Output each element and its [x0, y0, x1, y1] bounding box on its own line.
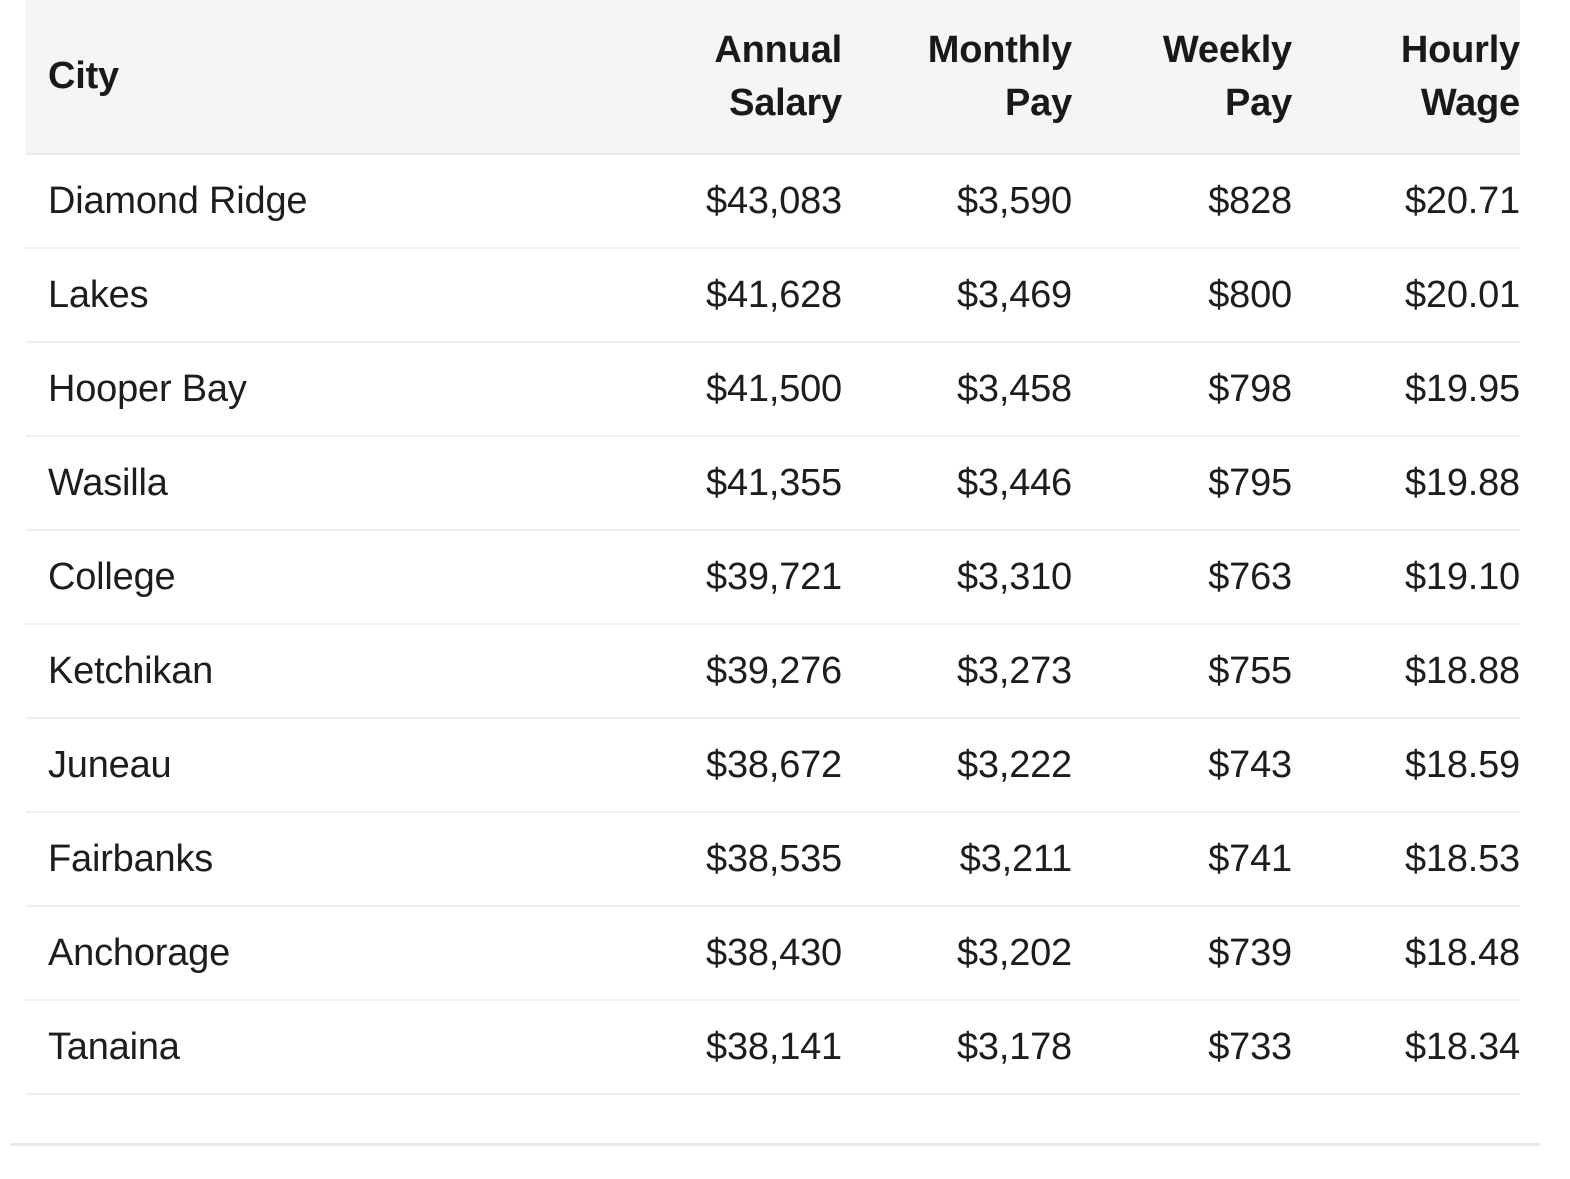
- column-header-weekly-pay[interactable]: Weekly Pay: [1072, 0, 1292, 155]
- table-cell-city: Juneau: [26, 718, 622, 813]
- table-cell-hourly-wage: $20.71: [1292, 154, 1520, 249]
- table-row: Diamond Ridge $43,083 $3,590 $828 $20.71: [26, 154, 1520, 249]
- table-body: Diamond Ridge $43,083 $3,590 $828 $20.71 Lake…: [26, 154, 1520, 1095]
- column-header-monthly-pay-label: Monthly Pay: [927, 28, 1072, 124]
- table-cell-monthly-pay: $3,202: [842, 906, 1072, 1001]
- table-bottom-rule: [10, 1143, 1540, 1146]
- table-cell-annual-salary: $41,500: [622, 342, 842, 437]
- table-row: Wasilla $41,355 $3,446 $795 $19.88: [26, 436, 1520, 531]
- table-cell-monthly-pay: $3,178: [842, 1000, 1072, 1095]
- table-cell-city: Hooper Bay: [26, 342, 622, 437]
- table-row: Lakes $41,628 $3,469 $800 $20.01: [26, 248, 1520, 343]
- table-cell-monthly-pay: $3,273: [842, 624, 1072, 719]
- table-cell-monthly-pay: $3,469: [842, 248, 1072, 343]
- table-cell-hourly-wage: $19.88: [1292, 436, 1520, 531]
- column-header-hourly-wage-label: Hourly Wage: [1400, 28, 1520, 124]
- table-cell-monthly-pay: $3,211: [842, 812, 1072, 907]
- salary-table: City Annual Salary Monthly Pay Weekly Pa…: [26, 0, 1520, 1095]
- page-root: City Annual Salary Monthly Pay Weekly Pa…: [0, 0, 1570, 1179]
- table-cell-weekly-pay: $798: [1072, 342, 1292, 437]
- table-cell-weekly-pay: $795: [1072, 436, 1292, 531]
- table-cell-annual-salary: $39,276: [622, 624, 842, 719]
- table-cell-weekly-pay: $828: [1072, 154, 1292, 249]
- table-cell-weekly-pay: $741: [1072, 812, 1292, 907]
- column-header-annual-salary-label: Annual Salary: [714, 28, 842, 124]
- table-cell-annual-salary: $41,628: [622, 248, 842, 343]
- table-cell-weekly-pay: $743: [1072, 718, 1292, 813]
- table-cell-hourly-wage: $18.88: [1292, 624, 1520, 719]
- table-cell-monthly-pay: $3,446: [842, 436, 1072, 531]
- table-row: Fairbanks $38,535 $3,211 $741 $18.53: [26, 812, 1520, 907]
- table-cell-weekly-pay: $800: [1072, 248, 1292, 343]
- table-cell-hourly-wage: $18.59: [1292, 718, 1520, 813]
- table-row: Tanaina $38,141 $3,178 $733 $18.34: [26, 1000, 1520, 1095]
- table-cell-annual-salary: $41,355: [622, 436, 842, 531]
- table-header-row: City Annual Salary Monthly Pay Weekly Pa…: [26, 0, 1520, 155]
- table-cell-hourly-wage: $18.34: [1292, 1000, 1520, 1095]
- table-cell-city: Fairbanks: [26, 812, 622, 907]
- column-header-annual-salary[interactable]: Annual Salary: [622, 0, 842, 155]
- column-header-city[interactable]: City: [26, 0, 622, 155]
- table-cell-city: College: [26, 530, 622, 625]
- table-cell-annual-salary: $38,141: [622, 1000, 842, 1095]
- table-cell-hourly-wage: $20.01: [1292, 248, 1520, 343]
- table-cell-annual-salary: $38,430: [622, 906, 842, 1001]
- table-cell-monthly-pay: $3,458: [842, 342, 1072, 437]
- table-cell-city: Anchorage: [26, 906, 622, 1001]
- table-cell-city: Lakes: [26, 248, 622, 343]
- table-cell-weekly-pay: $733: [1072, 1000, 1292, 1095]
- table-cell-city: Wasilla: [26, 436, 622, 531]
- table-header: City Annual Salary Monthly Pay Weekly Pa…: [26, 0, 1520, 155]
- table-cell-hourly-wage: $19.10: [1292, 530, 1520, 625]
- column-header-hourly-wage[interactable]: Hourly Wage: [1292, 0, 1520, 155]
- column-header-city-label: City: [48, 55, 119, 97]
- table-cell-hourly-wage: $18.48: [1292, 906, 1520, 1001]
- table-cell-weekly-pay: $763: [1072, 530, 1292, 625]
- table-cell-annual-salary: $43,083: [622, 154, 842, 249]
- table-cell-city: Ketchikan: [26, 624, 622, 719]
- table-cell-monthly-pay: $3,590: [842, 154, 1072, 249]
- table-cell-weekly-pay: $739: [1072, 906, 1292, 1001]
- table-cell-city: Tanaina: [26, 1000, 622, 1095]
- column-header-weekly-pay-label: Weekly Pay: [1162, 28, 1292, 124]
- table-cell-weekly-pay: $755: [1072, 624, 1292, 719]
- table-row: Anchorage $38,430 $3,202 $739 $18.48: [26, 906, 1520, 1001]
- table-cell-annual-salary: $38,672: [622, 718, 842, 813]
- table-row: Hooper Bay $41,500 $3,458 $798 $19.95: [26, 342, 1520, 437]
- table-cell-annual-salary: $39,721: [622, 530, 842, 625]
- column-header-monthly-pay[interactable]: Monthly Pay: [842, 0, 1072, 155]
- table-row: Juneau $38,672 $3,222 $743 $18.59: [26, 718, 1520, 813]
- table-cell-city: Diamond Ridge: [26, 154, 622, 249]
- table-cell-annual-salary: $38,535: [622, 812, 842, 907]
- table-cell-hourly-wage: $18.53: [1292, 812, 1520, 907]
- table-cell-monthly-pay: $3,310: [842, 530, 1072, 625]
- table-cell-hourly-wage: $19.95: [1292, 342, 1520, 437]
- table-row: Ketchikan $39,276 $3,273 $755 $18.88: [26, 624, 1520, 719]
- table-row: College $39,721 $3,310 $763 $19.10: [26, 530, 1520, 625]
- table-cell-monthly-pay: $3,222: [842, 718, 1072, 813]
